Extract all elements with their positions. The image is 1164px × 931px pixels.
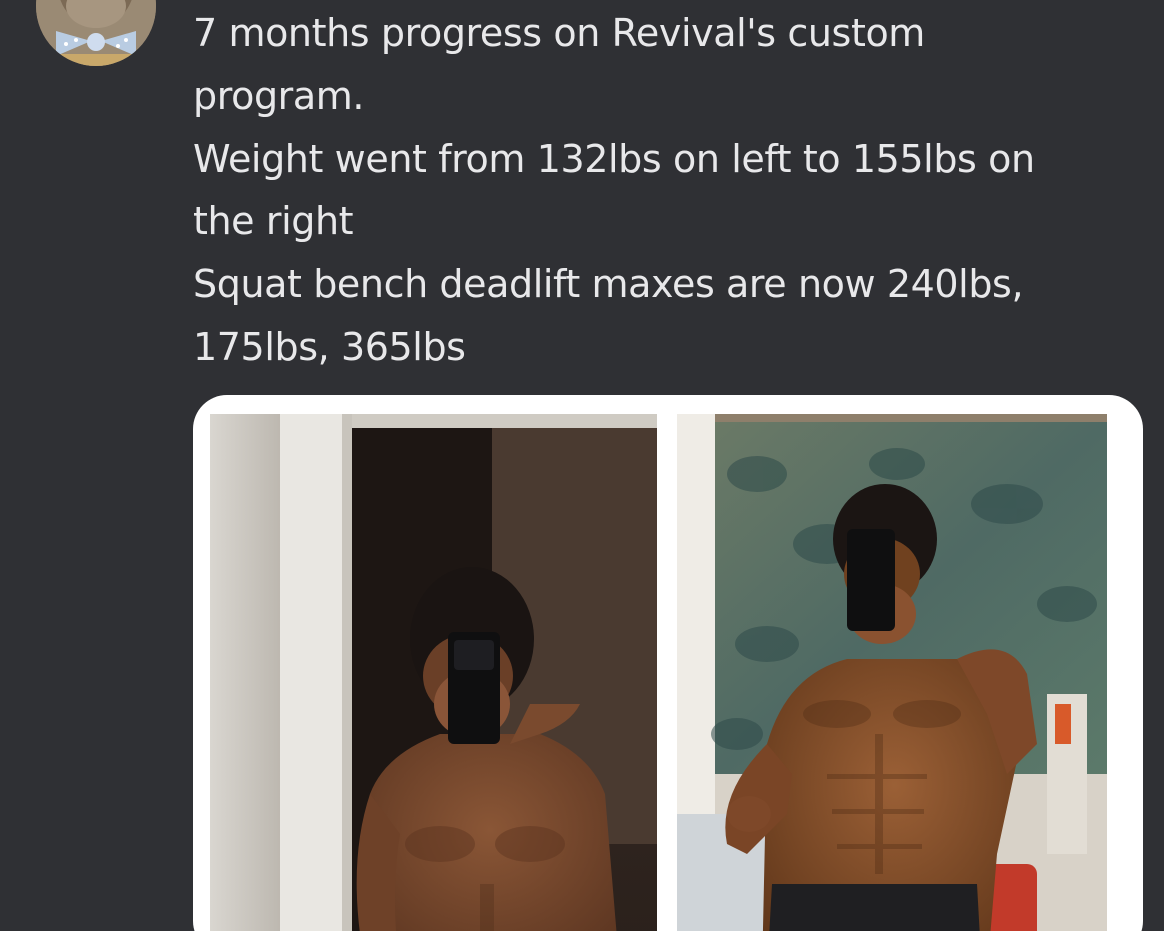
after-photo[interactable] (677, 414, 1123, 931)
before-photo[interactable] (210, 414, 657, 931)
post-text-line: 7 months progress on Revival's custom (193, 11, 925, 55)
before-photo-image (210, 414, 657, 931)
avatar-image (36, 0, 156, 66)
avatar[interactable] (36, 0, 156, 66)
post-text-line: program. (193, 73, 365, 118)
post-text-line: 175lbs, 365lbs (193, 324, 466, 369)
post-text-line: the right (193, 199, 354, 244)
media-card[interactable] (193, 395, 1143, 931)
post-text-line: Squat bench deadlift maxes are now 240lb… (193, 262, 1024, 307)
after-photo-image (677, 414, 1123, 931)
post-text-line: Weight went from 132lbs on left to 155lb… (193, 136, 1035, 181)
post-text: 7 months progress on Revival's custom pr… (193, 2, 1153, 379)
